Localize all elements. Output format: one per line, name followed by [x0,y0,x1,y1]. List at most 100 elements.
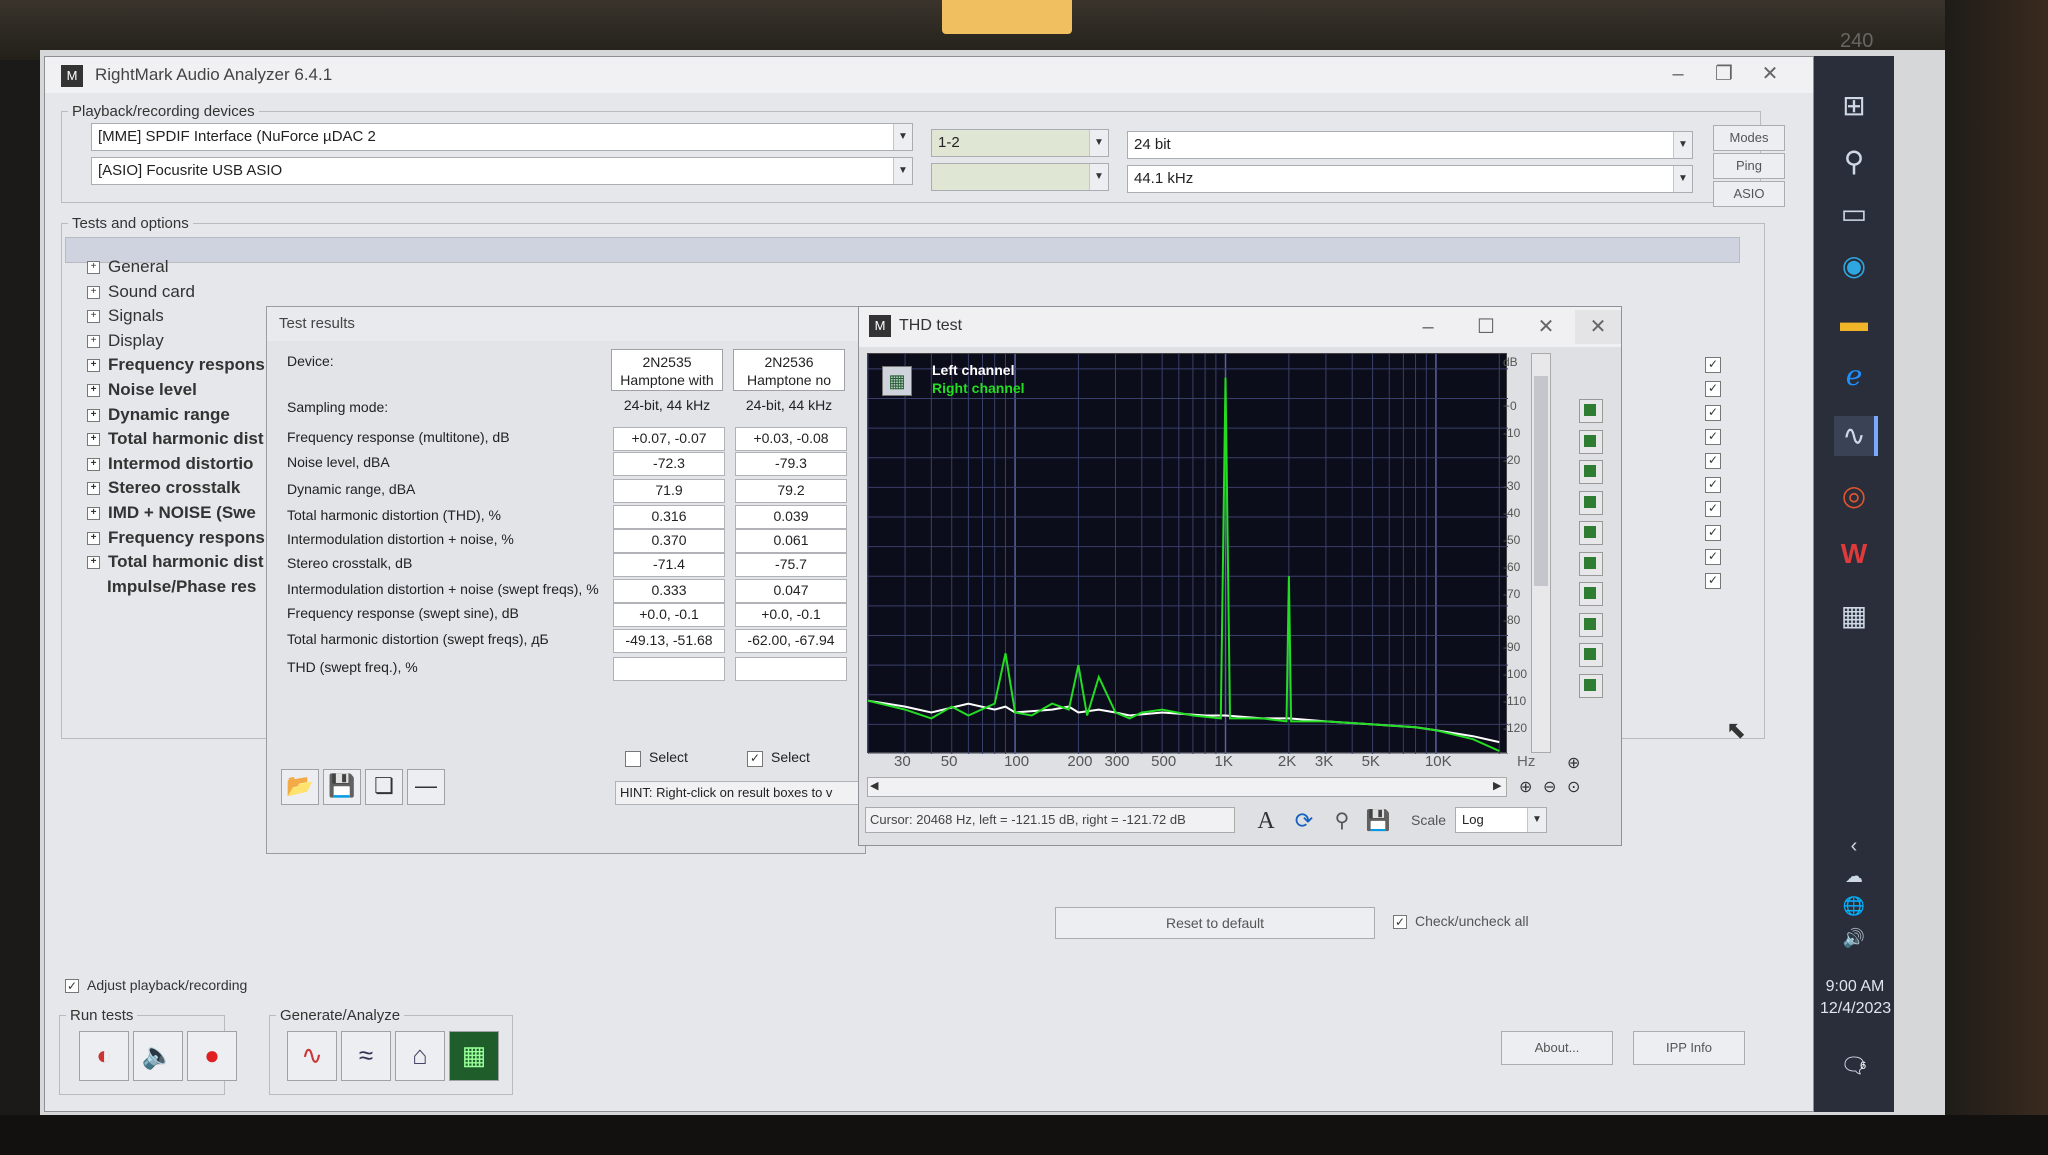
expand-icon[interactable]: + [87,482,100,496]
bit-depth-select[interactable]: 24 bit ▼ [1127,131,1693,159]
analyze-waveform-button[interactable]: ≈ [341,1031,391,1081]
reset-default-button[interactable]: Reset to default [1055,907,1375,939]
tree-item[interactable]: + Noise level [87,380,197,400]
result-value-a[interactable]: 0.316 [613,505,725,529]
tree-item[interactable]: + Dynamic range [87,405,230,425]
tree-item[interactable]: + Display [87,331,164,351]
spectrum-plot[interactable]: ▦ Left channel Right channel [867,353,1508,754]
notification-icon[interactable]: 🗨 [1834,1046,1874,1086]
speaker-test-button[interactable]: 🔈 [133,1031,183,1081]
modes-button[interactable]: Modes [1713,125,1785,151]
result-value-a[interactable]: -72.3 [613,452,725,476]
expand-icon[interactable]: + [87,285,100,299]
results-titlebar[interactable]: Test results [267,307,865,341]
result-value-b[interactable]: +0.03, -0.08 [735,427,847,451]
open-folder-button[interactable]: 📂 [281,769,319,805]
test-enable-checkbox[interactable]: ✓ [1705,429,1721,445]
magnifier-icon[interactable]: ⚲ [1327,807,1357,835]
select-a-checkbox[interactable] [625,751,641,767]
asio-button[interactable]: ASIO [1713,181,1785,207]
remove-button[interactable]: — [407,769,445,805]
zoom-out-icon[interactable]: ⊖ [1543,777,1556,797]
volume-icon[interactable]: 🔊 [1834,918,1874,958]
tree-item[interactable]: + Frequency respons [87,355,265,375]
tree-item[interactable]: + Stereo crosstalk [87,478,240,498]
thd-titlebar[interactable]: M THD test – ☐ ✕ ✕ [859,307,1621,347]
tree-item[interactable]: + IMD + NOISE (Swe [87,503,256,523]
tree-item[interactable]: + Intermod distortio [87,454,253,474]
tree-item[interactable]: + Signals [87,306,164,326]
test-enable-checkbox[interactable]: ✓ [1705,573,1721,589]
result-value-b[interactable]: 0.047 [735,579,847,603]
result-value-a[interactable]: 71.9 [613,479,725,503]
result-value-a[interactable]: 0.333 [613,579,725,603]
thd-maximize-button[interactable]: ☐ [1463,310,1509,344]
result-value-b[interactable] [735,657,847,681]
result-value-b[interactable]: -75.7 [735,553,847,577]
channel-toggle-icon[interactable] [1579,612,1603,637]
tree-item[interactable]: + Sound card [87,282,195,302]
plot-mode-icon[interactable]: ▦ [882,366,912,396]
result-value-a[interactable] [613,657,725,681]
thd-close-button[interactable]: ✕ [1523,310,1569,344]
tree-item[interactable]: + Total harmonic dist [87,429,264,449]
result-value-a[interactable]: -49.13, -51.68 [613,629,725,653]
test-enable-checkbox[interactable]: ✓ [1705,405,1721,421]
search-icon[interactable]: ⚲ [1834,142,1874,182]
run-test-button[interactable]: ◐ [79,1031,129,1081]
minimize-button[interactable]: – [1655,57,1701,91]
recording-device-select[interactable]: [ASIO] Focusrite USB ASIO ▼ [91,157,913,185]
result-value-b[interactable]: +0.0, -0.1 [735,603,847,627]
tree-item[interactable]: + General [87,257,168,277]
result-value-b[interactable]: 79.2 [735,479,847,503]
ping-button[interactable]: Ping [1713,153,1785,179]
plot-hscrollbar[interactable]: ◀ ▶ [867,777,1507,797]
adjust-checkbox[interactable]: ✓ [65,979,79,993]
sample-rate-select[interactable]: 44.1 kHz ▼ [1127,165,1693,193]
ipp-info-button[interactable]: IPP Info [1633,1031,1745,1065]
channel-toggle-icon[interactable] [1579,643,1603,667]
tree-item[interactable]: Impulse/Phase res [87,577,256,597]
playback-device-select[interactable]: [MME] SPDIF Interface (NuForce µDAC 2 ▼ [91,123,913,151]
test-enable-checkbox[interactable]: ✓ [1705,501,1721,517]
result-value-a[interactable]: +0.0, -0.1 [613,603,725,627]
channel-toggle-icon[interactable] [1579,399,1603,423]
record-button[interactable]: ● [187,1031,237,1081]
result-value-b[interactable]: 0.039 [735,505,847,529]
results-close-button[interactable]: ✕ [1575,310,1621,344]
result-value-a[interactable]: +0.07, -0.07 [613,427,725,451]
device-b-header[interactable]: 2N2536 Hamptone no [733,349,845,391]
zoom-in-icon[interactable]: ⊕ [1519,777,1532,797]
expand-icon[interactable]: + [87,433,100,447]
test-enable-checkbox[interactable]: ✓ [1705,381,1721,397]
test-enable-checkbox[interactable]: ✓ [1705,477,1721,493]
refresh-icon[interactable]: ⟳ [1289,807,1319,835]
channels2-select[interactable]: ▼ [931,163,1109,191]
test-enable-checkbox[interactable]: ✓ [1705,357,1721,373]
device-a-header[interactable]: 2N2535 Hamptone with [611,349,723,391]
zoom-fit-icon[interactable]: ⊕ [1567,753,1580,773]
channel-toggle-icon[interactable] [1579,429,1603,454]
file-explorer-icon[interactable]: ▬ [1834,302,1874,342]
restore-button[interactable]: ❐ [1701,57,1747,91]
windows-start-icon[interactable]: ⊞ [1834,86,1874,126]
expand-icon[interactable]: + [87,507,100,521]
check-all-checkbox[interactable]: ✓ [1393,915,1407,929]
save-plot-icon[interactable]: 💾 [1363,807,1393,835]
chrome-icon[interactable]: ◎ [1834,476,1874,516]
expand-icon[interactable]: + [87,310,100,324]
expand-icon[interactable]: + [87,556,100,570]
generate-signal-button[interactable]: ∿ [287,1031,337,1081]
expand-icon[interactable]: + [87,384,100,398]
spectrum-button[interactable]: ▦ [449,1031,499,1081]
result-value-b[interactable]: 0.061 [735,529,847,553]
channel-toggle-icon[interactable] [1579,582,1603,606]
expand-icon[interactable]: + [87,531,100,545]
result-value-a[interactable]: 0.370 [613,529,725,553]
title-bar[interactable]: M RightMark Audio Analyzer 6.4.1 – ❐ ✕ [45,57,1813,93]
save-button[interactable]: 💾 [323,769,361,805]
vscroll-thumb[interactable] [1534,376,1548,586]
test-enable-checkbox[interactable]: ✓ [1705,525,1721,541]
test-enable-checkbox[interactable]: ✓ [1705,549,1721,565]
expand-icon[interactable]: + [87,408,100,422]
